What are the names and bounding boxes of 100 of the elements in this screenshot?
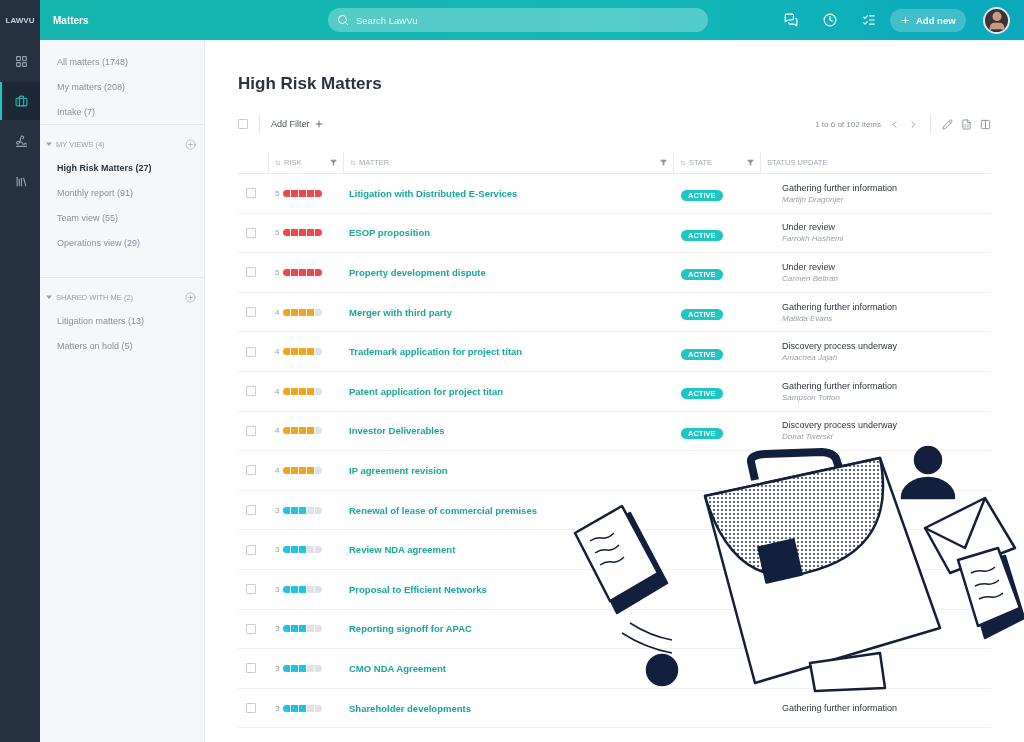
books-icon [14, 174, 28, 188]
sidebar-item[interactable]: Intake (7) [40, 99, 204, 124]
checklist-icon[interactable] [862, 13, 876, 27]
spreadsheet-icon[interactable] [961, 118, 972, 130]
filter-icon[interactable] [330, 159, 337, 166]
status-text: Gathering further information [782, 380, 899, 391]
sidebar-item[interactable]: High Risk Matters (27) [40, 155, 204, 180]
risk-meter [283, 387, 323, 395]
status-text: Gathering further information [782, 703, 899, 713]
add-new-button[interactable]: Add new [890, 8, 966, 32]
risk-meter [283, 189, 323, 197]
risk-meter [283, 269, 323, 276]
row-checkbox[interactable] [246, 307, 256, 318]
sort-icon[interactable] [275, 159, 281, 166]
status-author: Carmen Beltrán [782, 274, 840, 283]
risk-meter [283, 625, 323, 633]
risk-score: 5 [275, 188, 280, 198]
status-text: Discovery process underway [782, 420, 899, 431]
risk-score: 4 [275, 426, 280, 436]
matter-link[interactable]: Review NDA agreement [343, 544, 456, 556]
sidebar-item[interactable]: Operations view (29) [40, 230, 204, 255]
matter-link[interactable]: ESOP proposition [343, 227, 431, 239]
columns-icon[interactable] [980, 118, 991, 130]
risk-score: 5 [275, 268, 280, 277]
risk-meter [283, 664, 323, 672]
row-checkbox[interactable] [246, 188, 256, 199]
nav-rail-button[interactable] [0, 82, 40, 120]
matter-link[interactable]: Merger with third party [343, 306, 452, 318]
sidebar-item[interactable]: All matters (1748) [40, 49, 204, 74]
select-all-checkbox[interactable] [238, 119, 248, 129]
matter-link[interactable]: Litigation with Distributed E-Services [343, 187, 518, 199]
add-icon[interactable] [185, 291, 196, 303]
row-checkbox[interactable] [246, 584, 256, 595]
add-filter-button[interactable]: Add Filter [271, 119, 324, 129]
matter-link[interactable]: Renewal of lease of commercial premises [343, 504, 537, 516]
risk-meter [283, 229, 323, 237]
risk-meter [283, 704, 323, 712]
row-checkbox[interactable] [246, 544, 256, 555]
risk-score: 3 [275, 703, 280, 713]
page-title: High Risk Matters [238, 74, 383, 94]
sidebar-item[interactable]: Matters on hold (5) [40, 333, 204, 358]
status-author: Farrokh Hashemi [782, 234, 845, 244]
row-checkbox[interactable] [246, 663, 256, 674]
risk-score: 4 [275, 307, 280, 317]
matter-link[interactable]: Investor Deliverables [343, 425, 445, 437]
briefcase-icon [14, 94, 28, 108]
row-checkbox[interactable] [246, 346, 256, 357]
risk-meter [283, 308, 323, 316]
status-text: Gathering further information [782, 301, 899, 312]
sort-icon[interactable] [680, 159, 686, 166]
plus-icon [900, 14, 911, 26]
risk-meter [283, 466, 323, 474]
status-author: Martijn Dragonjer [782, 194, 845, 204]
matter-link[interactable]: Reporting signoff for APAC [343, 623, 472, 635]
row-checkbox[interactable] [246, 227, 256, 238]
avatar[interactable] [983, 6, 1010, 34]
pencil-icon[interactable] [942, 118, 953, 130]
risk-score: 3 [275, 584, 280, 594]
status-author: Sampson Totton [782, 392, 841, 402]
filter-icon[interactable] [747, 159, 754, 166]
matter-link[interactable]: Proposal to Efficient Networks [343, 583, 487, 595]
status-text: Under review [782, 262, 837, 272]
row-checkbox[interactable] [246, 465, 256, 476]
sidebar-item[interactable]: My matters (208) [40, 74, 204, 99]
row-checkbox[interactable] [246, 267, 256, 278]
row-checkbox[interactable] [246, 505, 256, 516]
matter-link[interactable]: Shareholder developments [343, 702, 471, 714]
risk-score: 3 [275, 505, 280, 515]
sidebar-item[interactable]: Team view (55) [40, 205, 204, 230]
status-author: Matilda Evans [782, 313, 834, 323]
risk-meter [283, 585, 323, 593]
row-checkbox[interactable] [246, 425, 256, 436]
risk-score: 3 [275, 624, 280, 634]
add-icon[interactable] [185, 138, 196, 150]
risk-meter [283, 546, 323, 554]
plus-icon [313, 119, 324, 129]
status-text: Discovery process underway [782, 341, 899, 352]
search-icon [337, 14, 349, 26]
caret-icon[interactable] [46, 141, 52, 147]
status-text: Under review [782, 222, 837, 233]
clock-icon[interactable] [823, 13, 837, 27]
matter-link[interactable]: IP agreement revision [343, 464, 448, 476]
status-author: Donat Twerski [782, 432, 834, 442]
matter-link[interactable]: CMO NDA Agreement [343, 662, 446, 674]
risk-score: 5 [275, 228, 280, 238]
matter-link[interactable]: Patent application for project titan [343, 385, 504, 397]
chat-icon[interactable] [784, 13, 798, 27]
row-checkbox[interactable] [246, 623, 256, 634]
filter-icon[interactable] [660, 159, 667, 166]
matter-link[interactable]: Trademark application for project titan [343, 346, 523, 358]
row-checkbox[interactable] [246, 386, 256, 397]
sidebar-item[interactable]: Litigation matters (13) [40, 308, 204, 333]
matter-link[interactable]: Property development dispute [343, 267, 486, 278]
logo[interactable]: LAWVU [5, 0, 35, 40]
top-bar-title: Matters [53, 14, 90, 26]
sidebar-item[interactable]: Monthly report (91) [40, 180, 204, 205]
caret-icon[interactable] [46, 294, 52, 300]
risk-meter [283, 348, 323, 356]
sort-icon[interactable] [350, 159, 356, 166]
row-checkbox[interactable] [246, 703, 256, 713]
